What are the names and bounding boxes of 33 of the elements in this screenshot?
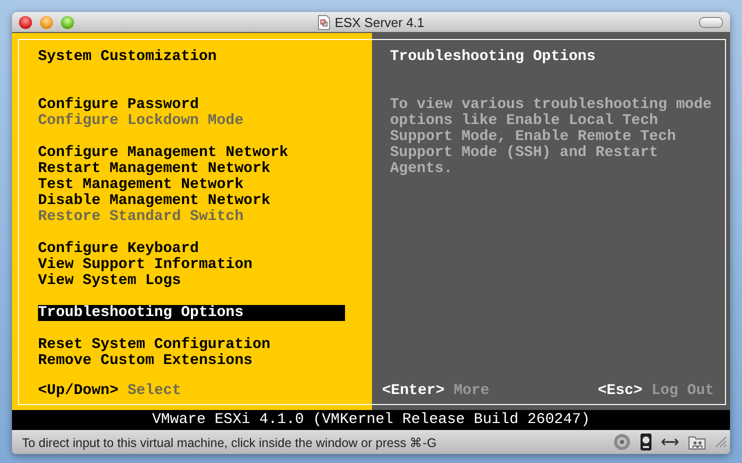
menu-item[interactable]: Configure Keyboard [38, 241, 345, 257]
panel-title: Troubleshooting Options [390, 49, 596, 66]
menu-item[interactable]: Configure Password [38, 97, 345, 113]
document-icon [318, 14, 330, 30]
window-title: ESX Server 4.1 [334, 14, 424, 30]
panel-title: System Customization [38, 49, 217, 66]
action-label: Log Out [651, 382, 714, 400]
version-banner: VMware ESXi 4.1.0 (VMKernel Release Build 260247) [12, 410, 730, 430]
zoom-button[interactable] [61, 16, 74, 28]
resize-grip-icon[interactable] [715, 436, 727, 448]
minimize-button[interactable] [40, 16, 53, 28]
key-hint: <Up/Down> [38, 382, 118, 400]
menu-item[interactable]: Restart Management Network [38, 161, 345, 177]
hard-drive-icon[interactable] [640, 433, 652, 451]
menu-item[interactable]: Test Management Network [38, 177, 345, 193]
action-label: Select [127, 382, 182, 400]
disc-icon[interactable] [613, 433, 631, 451]
action-label: More [454, 382, 490, 400]
close-button[interactable] [19, 16, 32, 28]
menu-item[interactable]: Reset System Configuration [38, 337, 345, 353]
menu-item[interactable]: Configure Management Network [38, 145, 345, 161]
description-text: To view various troubleshooting mode options like Enable Local Tech Support Mode, Enable Remote Tech Support Mode (SSH) and Restart Agents. [390, 97, 713, 177]
menu-item[interactable]: Disable Management Network [38, 193, 345, 209]
menu-item[interactable]: Remove Custom Extensions [38, 353, 345, 369]
key-hint: <Enter> [382, 382, 445, 400]
menu-item[interactable]: Troubleshooting Options [38, 305, 345, 321]
menu-item[interactable]: View System Logs [38, 273, 345, 289]
network-arrows-icon[interactable] [661, 437, 679, 447]
status-message: To direct input to this virtual machine, click inside the window or press ⌘-G [22, 434, 437, 450]
toolbar-toggle-button[interactable] [699, 16, 723, 28]
menu-item[interactable]: View Support Information [38, 257, 345, 273]
key-hint: <Esc> [598, 382, 642, 400]
shared-folder-icon[interactable] [688, 434, 706, 450]
